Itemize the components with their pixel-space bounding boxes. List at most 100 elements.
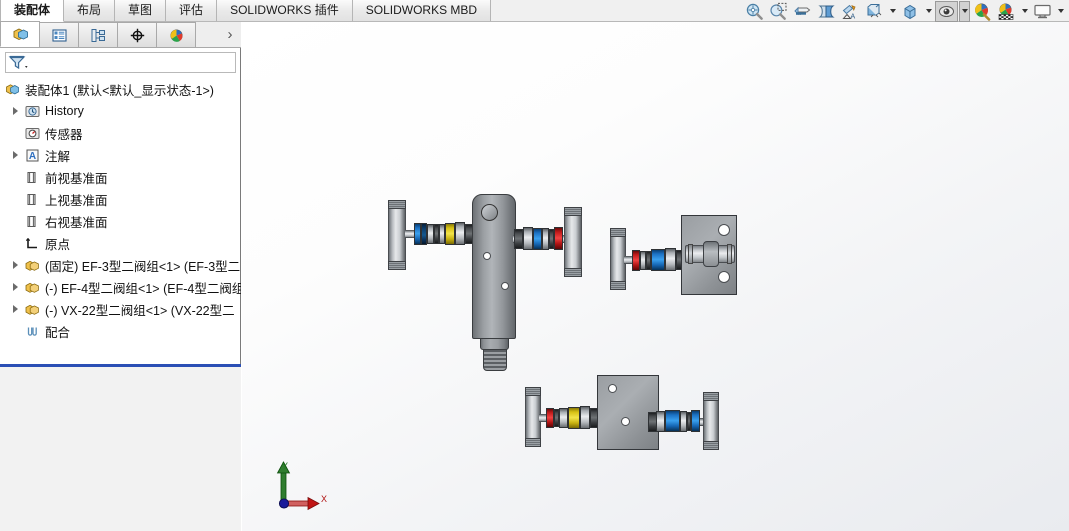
tree-item-front-plane[interactable]: 前视基准面 xyxy=(0,166,241,188)
tab-solidworks-addins[interactable]: SOLIDWORKS 插件 xyxy=(217,0,353,22)
component-icon xyxy=(22,300,42,318)
tree-item-sensors[interactable]: 传感器 xyxy=(0,122,241,144)
origin-icon xyxy=(22,234,42,252)
tab-evaluate[interactable]: 评估 xyxy=(166,0,218,22)
tab-sketch[interactable]: 草图 xyxy=(115,0,167,22)
dimxpert-manager-tab[interactable] xyxy=(117,22,157,47)
gauge-tube-left xyxy=(388,200,406,270)
assembly-icon xyxy=(2,80,22,98)
tree-item-label: (-) EF-4型二阀组<1> (EF-4型二阀组 xyxy=(45,281,241,296)
feature-manager-panel: › 装配体1 (默认<默认_显示状态-1>) History 传感器 A 注解 … xyxy=(0,21,241,531)
scene-background-caret-icon[interactable] xyxy=(1019,1,1030,22)
dimxpert-target-icon xyxy=(130,28,144,42)
tree-item-label: 前视基准面 xyxy=(45,171,108,186)
assembly-vx22[interactable] xyxy=(525,367,725,462)
view-orientation-icon[interactable] xyxy=(815,1,838,22)
valve-nut-blue xyxy=(651,249,665,271)
viewport-layout-icon[interactable] xyxy=(1031,1,1054,22)
tab-layout[interactable]: 布局 xyxy=(64,0,116,22)
scene-background-icon[interactable] xyxy=(995,1,1018,22)
tree-item-origin[interactable]: 原点 xyxy=(0,232,241,254)
apply-scene-icon[interactable]: A xyxy=(839,1,862,22)
tree-item-label: 上视基准面 xyxy=(45,193,108,208)
component-icon xyxy=(22,256,42,274)
display-style-icon[interactable] xyxy=(863,1,886,22)
tree-item-mates[interactable]: 配合 xyxy=(0,320,241,342)
valve-nut-blue-right xyxy=(665,410,680,432)
view-settings-icon[interactable] xyxy=(935,0,958,22)
triad-y-label: Y xyxy=(282,461,288,471)
tree-item-label: 传感器 xyxy=(45,127,83,142)
section-view-icon[interactable] xyxy=(791,1,814,22)
hide-show-items-icon[interactable] xyxy=(899,1,922,22)
body-hole-1 xyxy=(483,252,491,260)
valve-thread-bottom xyxy=(483,349,507,371)
tree-bottom-area xyxy=(0,367,241,531)
expander-icon[interactable] xyxy=(8,100,22,122)
tree-item-history[interactable]: History xyxy=(0,100,241,122)
expander-icon[interactable] xyxy=(8,254,22,276)
configuration-manager-tab[interactable] xyxy=(78,22,118,47)
tab-assembly[interactable]: 装配体 xyxy=(0,0,65,22)
tree-item-assembly-root[interactable]: 装配体1 (默认<默认_显示状态-1>) xyxy=(0,78,241,100)
plane-icon xyxy=(22,212,42,230)
view-settings-caret-icon[interactable] xyxy=(959,0,970,22)
valve-nut-blue-left xyxy=(414,223,421,245)
tree-tabs-overflow[interactable]: › xyxy=(219,22,241,47)
sensor-icon xyxy=(22,124,42,142)
gauge-tube-right xyxy=(564,207,582,277)
display-style-caret-icon[interactable] xyxy=(887,1,898,22)
property-manager-tab[interactable] xyxy=(39,22,79,47)
tab-solidworks-mbd[interactable]: SOLIDWORKS MBD xyxy=(352,0,492,22)
plate-hole-top xyxy=(718,224,730,236)
plate-body-collar xyxy=(703,241,719,267)
command-tabs: 装配体 布局 草图 评估 SOLIDWORKS 插件 SOLIDWORKS MB… xyxy=(0,0,492,22)
expander-icon[interactable] xyxy=(8,276,22,298)
valve-nut-blue2-right xyxy=(691,410,700,432)
feature-tree: 装配体1 (默认<默认_显示状态-1>) History 传感器 A 注解 前视… xyxy=(0,78,241,358)
zoom-to-area-icon[interactable] xyxy=(767,1,790,22)
feature-manager-tab[interactable] xyxy=(0,21,40,47)
coordinate-triad: Y X xyxy=(272,459,332,521)
property-list-icon xyxy=(51,28,67,42)
display-sphere-icon xyxy=(169,28,183,42)
tree-item-component-vx22[interactable]: (-) VX-22型二阀组<1> (VX-22型二 xyxy=(0,298,241,320)
tree-item-right-plane[interactable]: 右视基准面 xyxy=(0,210,241,232)
valve-nut-red xyxy=(632,250,640,271)
valve-nut-steel2 xyxy=(665,248,676,271)
tree-item-component-ef4[interactable]: (-) EF-4型二阀组<1> (EF-4型二阀组 xyxy=(0,276,241,298)
tree-item-label: 右视基准面 xyxy=(45,215,108,230)
assembly-ef4[interactable] xyxy=(608,205,738,305)
expander-icon[interactable] xyxy=(8,298,22,320)
zoom-to-fit-icon[interactable] xyxy=(743,1,766,22)
valve-nut-steel-right xyxy=(523,227,533,250)
hide-show-items-caret-icon[interactable] xyxy=(923,1,934,22)
plane-icon xyxy=(22,190,42,208)
command-tab-bar: 装配体 布局 草图 评估 SOLIDWORKS 插件 SOLIDWORKS MB… xyxy=(0,0,1069,22)
valve-nut-yellow-left xyxy=(445,223,455,245)
expander-icon[interactable] xyxy=(8,144,22,166)
tree-item-top-plane[interactable]: 上视基准面 xyxy=(0,188,241,210)
assembly-ef3[interactable] xyxy=(388,172,588,371)
tree-item-annotations[interactable]: A 注解 xyxy=(0,144,241,166)
tree-filter-bar[interactable] xyxy=(5,52,236,73)
valve-nut-steel-right xyxy=(656,411,665,432)
viewport-layout-caret-icon[interactable] xyxy=(1055,1,1066,22)
tree-item-component-ef3[interactable]: (固定) EF-3型二阀组<1> (EF-3型二 xyxy=(0,254,241,276)
plate-hole-bottom xyxy=(718,271,730,283)
valve-nut-steel-left xyxy=(559,408,568,428)
graphics-area[interactable]: Y X xyxy=(242,22,1069,531)
tree-item-label: 注解 xyxy=(45,149,71,164)
valve-nut-red-left xyxy=(546,408,554,428)
edit-appearance-icon[interactable] xyxy=(971,1,994,22)
display-manager-tab[interactable] xyxy=(156,22,196,47)
tree-item-label: (-) VX-22型二阀组<1> (VX-22型二 xyxy=(45,303,235,318)
gauge-tube-right xyxy=(703,392,719,450)
plate-hole-bottom xyxy=(621,417,630,426)
tree-item-label: 配合 xyxy=(45,325,71,340)
component-icon xyxy=(22,278,42,296)
triad-x-label: X xyxy=(321,494,327,504)
funnel-filter-icon xyxy=(8,55,28,70)
body-hole-2 xyxy=(501,282,509,290)
assembly-tree-icon xyxy=(13,27,28,40)
